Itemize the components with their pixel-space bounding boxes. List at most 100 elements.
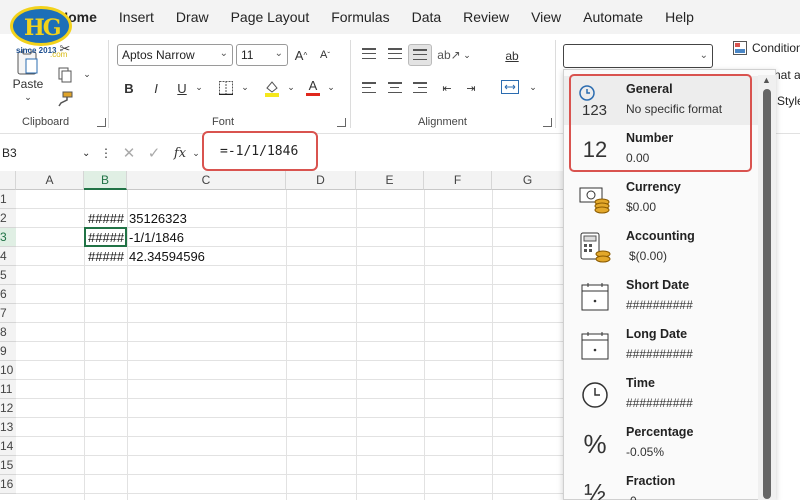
font-color-button[interactable]: A	[304, 76, 322, 98]
column-header-e[interactable]: E	[356, 171, 424, 190]
borders-dropdown-icon[interactable]: ⌄	[240, 80, 250, 94]
menu-page-layout[interactable]: Page Layout	[231, 9, 310, 25]
borders-icon[interactable]	[216, 78, 236, 98]
underline-button[interactable]: U	[174, 78, 190, 98]
chevron-down-icon[interactable]: ⌄	[192, 145, 200, 161]
cell-b2[interactable]: #####	[88, 211, 124, 226]
panel-scrollbar[interactable]: ▲	[758, 75, 776, 500]
row-header[interactable]: 7	[0, 304, 16, 323]
scrollbar-thumb[interactable]	[763, 89, 771, 499]
column-header-g[interactable]: G	[492, 171, 564, 190]
wrap-text-button[interactable]: ab	[500, 46, 524, 66]
format-option-number[interactable]: 12 Number 0.00	[564, 125, 760, 174]
alignment-launcher-icon[interactable]	[543, 118, 552, 127]
align-middle-icon[interactable]	[388, 48, 402, 59]
format-option-short-date[interactable]: Short Date ##########	[564, 272, 760, 321]
row-header[interactable]: 12	[0, 399, 16, 418]
cancel-icon[interactable]: ✕	[120, 143, 138, 163]
format-option-sample: ##########	[626, 396, 693, 410]
column-header-b[interactable]: B	[84, 171, 127, 190]
font-name-select[interactable]: Aptos Narrow ⌄	[117, 44, 233, 66]
font-size-select[interactable]: 11 ⌄	[236, 44, 288, 66]
more-options-icon[interactable]: ⋮	[100, 144, 112, 162]
row-header[interactable]: 5	[0, 266, 16, 285]
column-header-d[interactable]: D	[286, 171, 356, 190]
row-header[interactable]: 11	[0, 380, 16, 399]
format-option-accounting[interactable]: Accounting $(0.00)	[564, 223, 760, 272]
format-as-table-button[interactable]: nat a	[774, 68, 800, 82]
copy-icon[interactable]	[56, 66, 74, 84]
row-header[interactable]: 6	[0, 285, 16, 304]
font-color-dropdown-icon[interactable]: ⌄	[326, 80, 336, 94]
decrease-indent-icon[interactable]: ⇤	[438, 80, 456, 96]
menu-data[interactable]: Data	[412, 9, 442, 25]
align-left-icon[interactable]	[362, 82, 376, 93]
fill-color-dropdown-icon[interactable]: ⌄	[286, 80, 296, 94]
insert-function-button[interactable]: fx	[170, 143, 190, 163]
align-center-icon[interactable]	[388, 82, 402, 93]
clipboard-launcher-icon[interactable]	[97, 118, 106, 127]
cell-c2[interactable]: 35126323	[129, 211, 187, 226]
enter-icon[interactable]: ✓	[145, 143, 163, 163]
format-option-currency[interactable]: Currency $0.00	[564, 174, 760, 223]
orientation-icon[interactable]: ab↗	[437, 46, 460, 64]
increase-indent-icon[interactable]: ⇥	[462, 80, 480, 96]
format-painter-icon[interactable]	[56, 90, 74, 108]
row-header[interactable]: 3	[0, 228, 16, 247]
row-header[interactable]: 4	[0, 247, 16, 266]
conditional-formatting-icon[interactable]	[732, 40, 748, 56]
column-header-c[interactable]: C	[127, 171, 286, 190]
menu-view[interactable]: View	[531, 9, 561, 25]
merge-dropdown-icon[interactable]: ⌄	[528, 80, 538, 94]
orientation-dropdown-icon[interactable]: ⌄	[462, 48, 472, 62]
format-option-percentage[interactable]: % Percentage -0.05%	[564, 419, 760, 468]
conditional-formatting-button[interactable]: Condition	[752, 41, 800, 55]
format-option-sample: -0.05%	[626, 445, 665, 459]
row-header[interactable]: 13	[0, 418, 16, 437]
menu-review[interactable]: Review	[463, 9, 509, 25]
cell-b4[interactable]: #####	[88, 249, 124, 264]
underline-dropdown-icon[interactable]: ⌄	[194, 80, 204, 94]
format-option-general[interactable]: 123 General No specific format	[564, 76, 760, 125]
formula-input[interactable]: =-1/1/1846	[202, 131, 318, 171]
font-launcher-icon[interactable]	[337, 118, 346, 127]
cell-styles-button[interactable]: Style	[777, 94, 800, 108]
cell-c4[interactable]: 42.34594596	[129, 249, 205, 264]
format-option-long-date[interactable]: Long Date ##########	[564, 321, 760, 370]
format-option-fraction[interactable]: ½ Fraction -0	[564, 468, 760, 500]
merge-center-icon[interactable]	[500, 78, 520, 96]
column-header-a[interactable]: A	[16, 171, 84, 190]
grow-font-button[interactable]: A ^	[292, 44, 310, 66]
menu-formulas[interactable]: Formulas	[331, 9, 389, 25]
row-header[interactable]: 16	[0, 475, 16, 494]
fill-color-icon[interactable]	[262, 78, 282, 98]
align-bottom-button[interactable]	[408, 44, 432, 66]
bold-button[interactable]: B	[121, 78, 137, 98]
copy-dropdown-icon[interactable]: ⌄	[82, 68, 92, 80]
scroll-up-icon[interactable]: ▲	[762, 75, 771, 85]
menu-insert[interactable]: Insert	[119, 9, 154, 25]
row-header[interactable]: 15	[0, 456, 16, 475]
cell-c3[interactable]: -1/1/1846	[129, 230, 184, 245]
italic-button[interactable]: I	[148, 78, 164, 98]
row-header[interactable]: 14	[0, 437, 16, 456]
menu-automate[interactable]: Automate	[583, 9, 643, 25]
paste-button[interactable]: Paste	[12, 77, 44, 91]
number-format-select[interactable]: ⌄	[563, 44, 713, 68]
format-option-name: Long Date	[626, 327, 688, 341]
menu-help[interactable]: Help	[665, 9, 694, 25]
row-header[interactable]: 2	[0, 209, 16, 228]
shrink-font-button[interactable]: Aˇ	[316, 44, 334, 66]
row-header[interactable]: 8	[0, 323, 16, 342]
align-top-icon[interactable]	[362, 48, 376, 59]
format-option-time[interactable]: Time ##########	[564, 370, 760, 419]
align-right-icon[interactable]	[413, 82, 427, 93]
select-all-corner[interactable]	[0, 171, 16, 190]
name-box[interactable]: B3 ⌄	[0, 142, 95, 164]
row-header[interactable]: 1	[0, 190, 16, 209]
paste-dropdown-icon[interactable]: ⌄	[22, 92, 34, 102]
column-header-f[interactable]: F	[424, 171, 492, 190]
row-header[interactable]: 10	[0, 361, 16, 380]
row-header[interactable]: 9	[0, 342, 16, 361]
menu-draw[interactable]: Draw	[176, 9, 209, 25]
